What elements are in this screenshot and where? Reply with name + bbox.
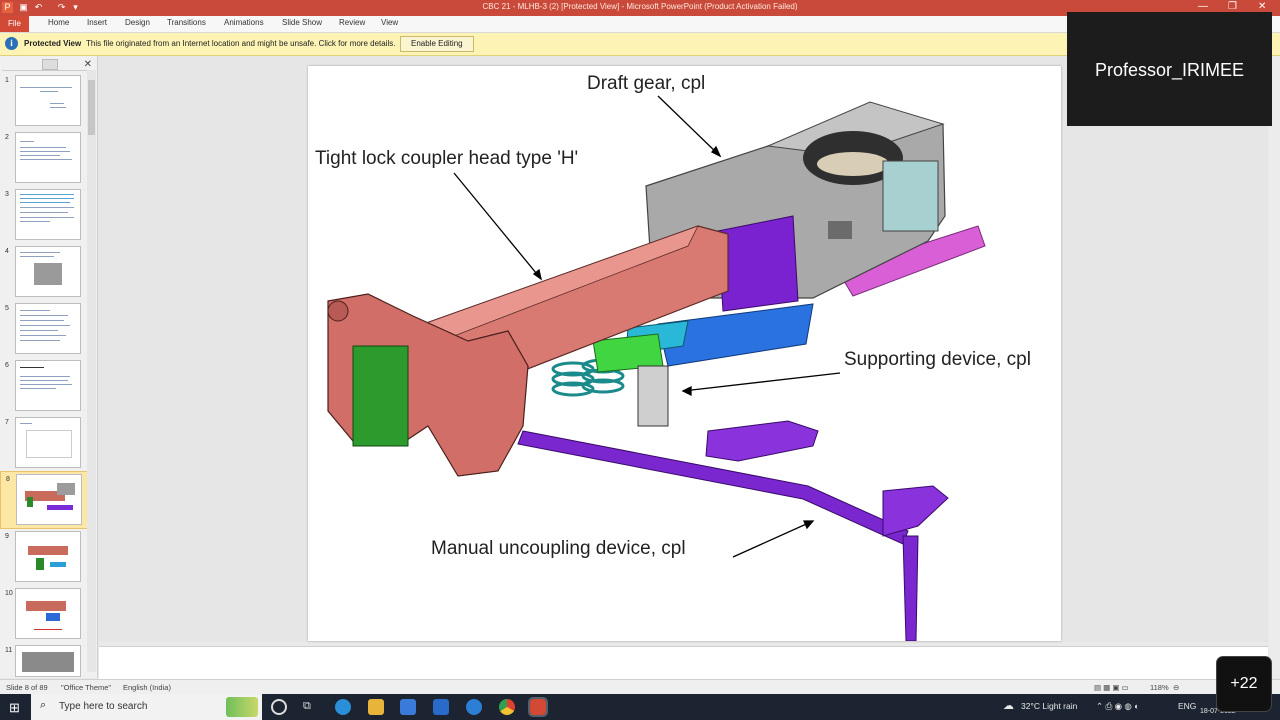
thumbnail-number: 11 — [5, 647, 13, 654]
taskbar-search-box[interactable]: ⌕ Type here to search — [31, 694, 262, 720]
pane-tabs: ✕ — [2, 59, 95, 71]
close-pane-icon[interactable]: ✕ — [84, 59, 92, 70]
slide-thumbnail-pane: ✕ 1 2 3 4 5 6 7 8 9 10 11 — [0, 56, 98, 678]
powerpoint-taskbar-icon[interactable] — [528, 697, 548, 717]
slide-thumbnail[interactable] — [15, 75, 81, 126]
thumbnail-scrollbar[interactable] — [87, 70, 96, 672]
weather-text[interactable]: 32°C Light rain — [1021, 701, 1077, 711]
callout-supporting-device: Supporting device, cpl — [844, 349, 1031, 370]
thumbnail-number: 8 — [6, 476, 10, 483]
taskbar: ⊞ ⌕ Type here to search ⧉ ☁ 32°C Light r… — [0, 694, 1280, 720]
thumbnail-number: 6 — [5, 362, 9, 369]
thumbnail-item[interactable]: 5 — [0, 301, 86, 357]
cortana-icon[interactable] — [271, 699, 287, 715]
close-window-icon[interactable]: ✕ — [1258, 1, 1266, 12]
tab-design[interactable]: Design — [125, 18, 150, 27]
tab-review[interactable]: Review — [339, 18, 365, 27]
slide-thumbnail[interactable] — [15, 417, 81, 468]
protected-view-label: Protected View — [24, 39, 82, 48]
slide-thumbnail[interactable] — [15, 645, 81, 677]
thumbnail-number: 7 — [5, 419, 9, 426]
slide-thumbnail[interactable] — [15, 189, 81, 240]
maximize-icon[interactable]: ❐ — [1228, 1, 1237, 12]
thumbnail-number: 5 — [5, 305, 9, 312]
thumbnail-number: 1 — [5, 77, 9, 84]
slide-thumbnail[interactable] — [16, 474, 82, 525]
weather-icon: ☁ — [1003, 700, 1014, 712]
callout-coupler-head: Tight lock coupler head type 'H' — [315, 148, 579, 169]
zoom-out-icon[interactable]: ⊖ — [1173, 683, 1179, 692]
enable-editing-button[interactable]: Enable Editing — [400, 36, 474, 52]
protected-view-message[interactable]: This file originated from an Internet lo… — [86, 39, 396, 48]
slide-scrollbar[interactable] — [1269, 56, 1280, 678]
slide-thumbnail[interactable] — [15, 246, 81, 297]
tab-home[interactable]: Home — [48, 18, 69, 27]
view-buttons-icon[interactable]: ▤ ▦ ▣ ▭ — [1094, 683, 1129, 692]
slide-thumbnail[interactable] — [15, 303, 81, 354]
scrollbar-thumb[interactable] — [88, 80, 95, 135]
participant-count: +22 — [1230, 675, 1258, 692]
zoom-level[interactable]: 118% — [1150, 683, 1169, 692]
thumbnail-item[interactable]: 6 — [0, 358, 86, 414]
thumbnail-item[interactable]: 2 — [0, 130, 86, 186]
start-icon[interactable]: ⊞ — [9, 700, 20, 716]
thumbnail-number: 10 — [5, 590, 13, 597]
slide-counter: Slide 8 of 89 — [6, 683, 48, 692]
thumbnail-item[interactable]: 3 — [0, 187, 86, 243]
thumbnail-number: 9 — [5, 533, 9, 540]
callout-uncoupling-device: Manual uncoupling device, cpl — [431, 538, 686, 559]
tab-animations[interactable]: Animations — [224, 18, 264, 27]
file-explorer-icon[interactable] — [368, 699, 384, 715]
callout-draft-gear: Draft gear, cpl — [587, 73, 706, 94]
thumbnail-number: 2 — [5, 134, 9, 141]
tab-view[interactable]: View — [381, 18, 398, 27]
minimize-icon[interactable]: — — [1198, 1, 1208, 12]
thumbnail-item-selected[interactable]: 8 — [0, 471, 88, 529]
edge-icon[interactable] — [335, 699, 351, 715]
thumbnail-item[interactable]: 10 — [0, 586, 86, 642]
presenter-name: Professor_IRIMEE — [1094, 60, 1245, 80]
slide-thumbnail[interactable] — [15, 531, 81, 582]
task-view-icon[interactable]: ⧉ — [303, 700, 311, 713]
slide-thumbnail[interactable] — [15, 588, 81, 639]
theme-name: "Office Theme" — [61, 683, 112, 692]
thumbnail-item[interactable]: 1 — [0, 73, 86, 129]
more-participants-tile[interactable]: +22 — [1216, 656, 1272, 712]
store-icon[interactable] — [400, 699, 416, 715]
language-indicator[interactable]: English (India) — [123, 683, 171, 692]
search-highlight-icon — [226, 697, 258, 717]
status-bar: Slide 8 of 89 "Office Theme" English (In… — [0, 679, 1280, 694]
slide-canvas[interactable]: Draft gear, cpl Tight lock coupler head … — [308, 66, 1061, 641]
tab-slide-show[interactable]: Slide Show — [282, 18, 322, 27]
slide-thumbnail[interactable] — [15, 132, 81, 183]
tab-file[interactable]: File — [0, 16, 29, 32]
thumbnail-item[interactable]: 9 — [0, 529, 86, 585]
notes-pane[interactable] — [99, 646, 1268, 679]
tray-icons[interactable]: ⌃ ⎙ ◉ ◍ ◐ — [1096, 701, 1139, 712]
tab-transitions[interactable]: Transitions — [167, 18, 206, 27]
window-title: CBC 21 - MLHB-3 (2) [Protected View] - M… — [482, 2, 798, 11]
slide-thumbnail[interactable] — [15, 360, 81, 411]
mail-icon[interactable] — [433, 699, 449, 715]
slides-tab-icon[interactable] — [42, 59, 58, 70]
thumbnail-number: 3 — [5, 191, 9, 198]
search-placeholder: Type here to search — [59, 701, 148, 712]
thumbnail-item[interactable]: 7 — [0, 415, 86, 471]
tab-insert[interactable]: Insert — [87, 18, 107, 27]
internet-explorer-icon[interactable] — [466, 699, 482, 715]
chrome-icon[interactable] — [499, 699, 515, 715]
info-icon: i — [5, 37, 18, 50]
input-language[interactable]: ENG — [1178, 701, 1196, 711]
presenter-video-tile: Professor_IRIMEE — [1067, 12, 1272, 126]
thumbnail-item[interactable]: 4 — [0, 244, 86, 300]
search-icon: ⌕ — [40, 699, 47, 711]
thumbnail-number: 4 — [5, 248, 9, 255]
